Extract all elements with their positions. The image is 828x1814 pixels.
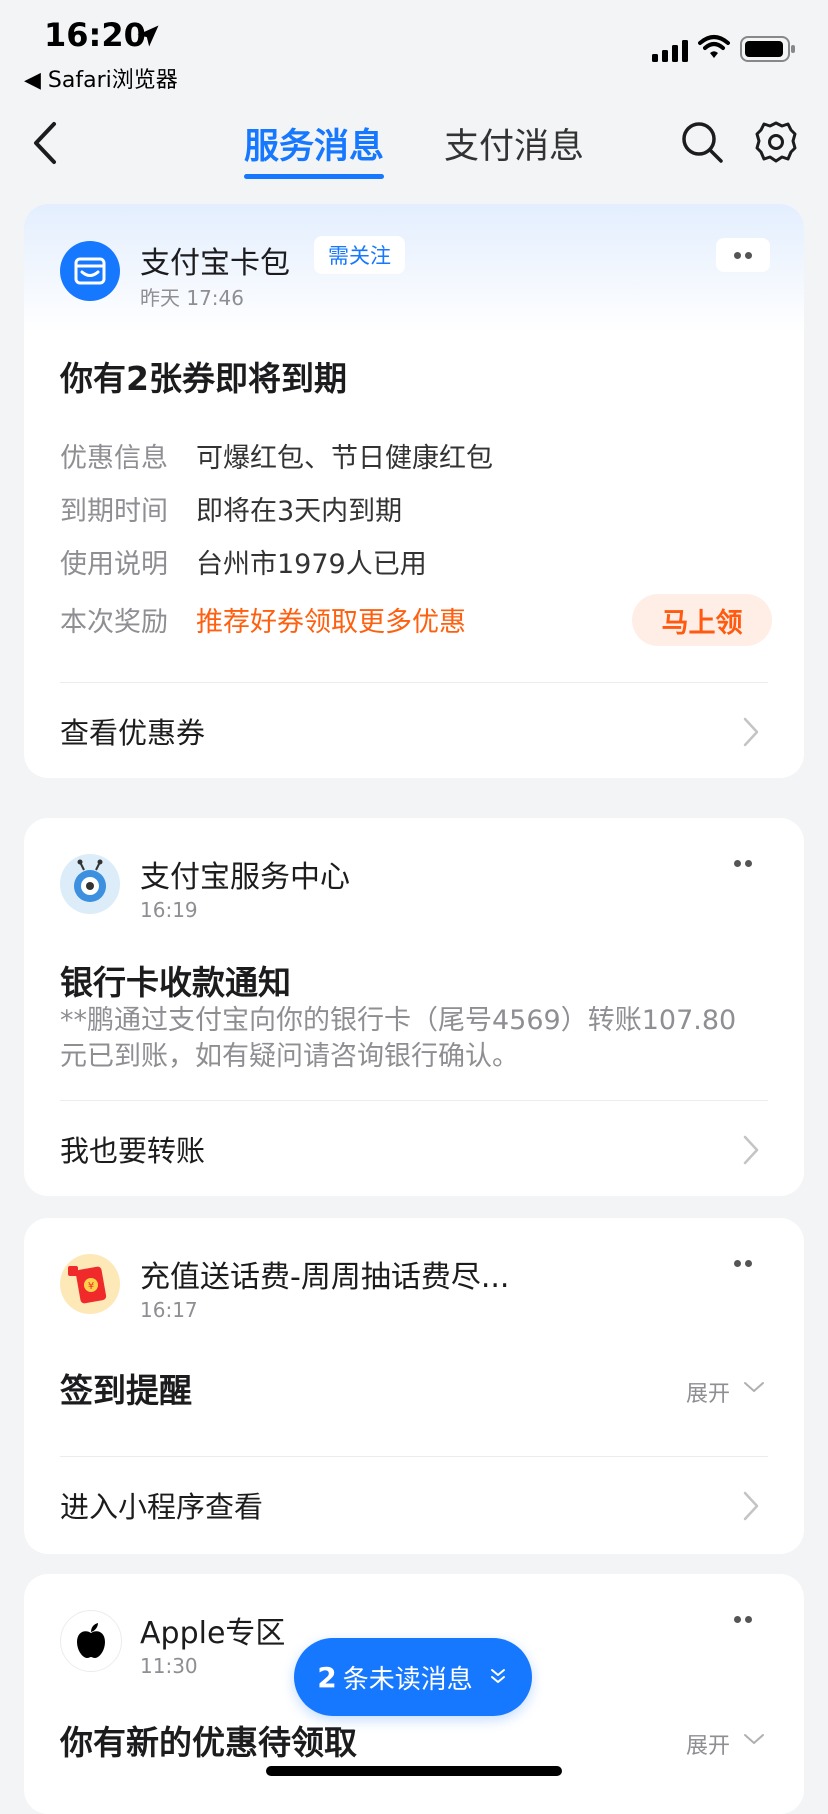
chevron-right-icon: [743, 1135, 759, 1165]
status-time: 16:20: [44, 16, 146, 54]
unread-messages-button[interactable]: 2 条未读消息: [294, 1638, 532, 1716]
message-time: 16:19: [140, 898, 198, 922]
red-envelope-icon: ¥: [68, 1266, 107, 1304]
search-icon[interactable]: [680, 120, 724, 164]
chevron-right-icon: [743, 717, 759, 747]
attention-badge: 需关注: [314, 236, 405, 274]
expand-button[interactable]: 展开: [686, 1728, 730, 1760]
reward-link[interactable]: 推荐好券领取更多优惠: [196, 600, 466, 639]
chevron-right-icon: [743, 1491, 759, 1521]
message-time: 16:17: [140, 1298, 198, 1322]
divider: [60, 1456, 768, 1457]
divider: [60, 1100, 768, 1101]
sender-name: 支付宝卡包: [140, 246, 290, 281]
message-time: 11:30: [140, 1654, 198, 1678]
card-wallet-coupon[interactable]: 支付宝卡包 需关注 昨天 17:46 你有2张券即将到期 优惠信息 可爆红包、节…: [24, 204, 804, 778]
double-chevron-down-icon: [490, 1669, 505, 1683]
location-arrow-icon: [137, 25, 159, 47]
message-body-line: 元已到账，如有疑问请咨询银行确认。: [60, 1041, 519, 1072]
wallet-icon: [74, 257, 106, 285]
wifi-icon: [698, 35, 730, 58]
message-title: 银行卡收款通知: [60, 963, 291, 1002]
wallet-avatar: [60, 241, 120, 301]
message-title: 你有2张券即将到期: [60, 359, 347, 398]
expand-button[interactable]: 展开: [686, 1376, 730, 1408]
recharge-avatar: ¥: [60, 1254, 120, 1314]
apple-logo-icon: [77, 1623, 105, 1658]
active-tab-indicator: [244, 174, 384, 179]
unread-count: 2: [317, 1660, 337, 1694]
chevron-down-icon: [744, 1382, 764, 1392]
transfer-link[interactable]: 我也要转账: [60, 1128, 205, 1170]
more-options-button[interactable]: [716, 1246, 770, 1280]
row-label: 优惠信息: [60, 443, 168, 474]
row-value: 台州市1979人已用: [196, 549, 427, 580]
card-service-center[interactable]: 支付宝服务中心 16:19 银行卡收款通知 **鹏通过支付宝向你的银行卡（尾号4…: [24, 818, 804, 1196]
row-value: 即将在3天内到期: [196, 496, 403, 527]
row-label: 使用说明: [60, 549, 168, 580]
message-body-line: **鹏通过支付宝向你的银行卡（尾号4569）转账107.80: [60, 1005, 737, 1036]
more-options-button[interactable]: [716, 846, 770, 880]
home-indicator[interactable]: [266, 1766, 562, 1776]
sender-name: Apple专区: [140, 1616, 286, 1651]
message-title: 签到提醒: [60, 1371, 192, 1410]
ant-mascot-icon: [74, 859, 106, 902]
message-time: 昨天 17:46: [140, 286, 244, 310]
chevron-down-icon: [744, 1734, 764, 1744]
row-value: 可爆红包、节日健康红包: [196, 443, 493, 474]
more-options-button[interactable]: [716, 1602, 770, 1636]
message-title: 你有新的优惠待领取: [60, 1723, 357, 1762]
signal-icon: [652, 40, 688, 62]
settings-gear-icon[interactable]: [754, 120, 798, 164]
back-chevron-icon[interactable]: [30, 118, 60, 168]
claim-now-button[interactable]: 马上领: [632, 594, 772, 646]
tab-service-messages[interactable]: 服务消息: [244, 118, 384, 169]
row-label: 到期时间: [60, 496, 168, 527]
service-center-avatar: [60, 854, 120, 914]
view-coupons-link[interactable]: 查看优惠券: [60, 710, 205, 752]
battery-icon: [740, 36, 795, 62]
unread-label: 条未读消息: [342, 1664, 473, 1695]
sender-name: 充值送话费-周周抽话费尽...: [140, 1260, 510, 1295]
tab-payment-messages[interactable]: 支付消息: [444, 118, 584, 169]
apple-avatar: [60, 1610, 122, 1672]
back-to-safari-link[interactable]: ◀ Safari浏览器: [24, 62, 178, 94]
more-options-button[interactable]: [716, 238, 770, 272]
divider: [60, 682, 768, 683]
mini-program-link[interactable]: 进入小程序查看: [60, 1484, 263, 1526]
svg-text:¥: ¥: [88, 1281, 94, 1292]
card-recharge-promo[interactable]: ¥ 充值送话费-周周抽话费尽... 16:17 签到提醒 展开 进入小程序查看: [24, 1218, 804, 1554]
sender-name: 支付宝服务中心: [140, 860, 350, 895]
row-label: 本次奖励: [60, 607, 168, 638]
